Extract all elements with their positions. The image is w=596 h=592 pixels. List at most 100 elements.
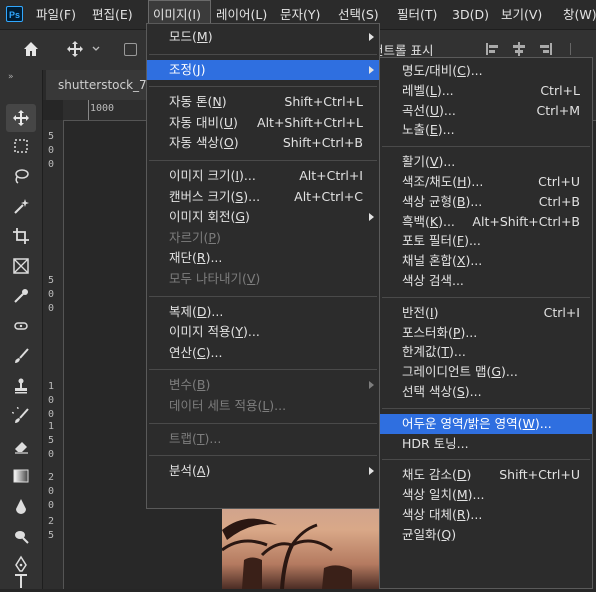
image-menu-item-label: 자동 대비(U) [169,114,238,130]
image-menu-item-15[interactable]: 복제(D)... [147,302,379,322]
image-menu-item-9[interactable]: 캔버스 크기(S)... Alt+Ctrl+C [147,187,379,207]
image-menu-item-12[interactable]: 재단(R)... [147,248,379,268]
menu-separator [149,369,377,371]
adjust-menu-item-shortcut: Ctrl+I [543,304,580,320]
blur-tool-icon[interactable] [6,492,36,520]
submenu-arrow-icon [369,213,374,222]
adjust-menu-item-7[interactable]: 색상 균형(B)... Ctrl+B [380,192,592,212]
image-menu-item-label: 분석(A) [169,463,211,479]
menu-window[interactable]: 창(W) [563,0,596,29]
ruler-vertical: 50050010015020025 [43,120,64,589]
adjust-menu-item-20[interactable]: HDR 토닝... [380,434,592,454]
adjust-menu-item-1[interactable]: 레벨(L)... Ctrl+L [380,81,592,101]
adjust-menu-item-9[interactable]: 포토 필터(F)... [380,231,592,251]
magic-wand-tool-icon[interactable] [6,192,36,220]
menu-edit[interactable]: 편집(E) [92,0,133,29]
adjust-menu-item-8[interactable]: 흑백(K)... Alt+Shift+Ctrl+B [380,212,592,232]
lasso-tool-icon[interactable] [6,162,36,190]
image-menu-item-label: 이미지 회전(G) [169,209,250,225]
adjust-menu-item-24[interactable]: 색상 대체(R)... [380,505,592,525]
dodge-tool-icon[interactable] [6,522,36,550]
image-menu-item-label: 재단(R)... [169,250,223,266]
image-menu-item-label: 이미지 크기(I)... [169,168,256,183]
move-tool-option-icon[interactable] [66,40,84,58]
image-menu-item-11[interactable]: 자르기(P) [147,228,379,248]
image-menu-item-5[interactable]: 자동 대비(U) Alt+Shift+Ctrl+L [147,113,379,133]
adjust-menu-item-2[interactable]: 곡선(U)... Ctrl+M [380,101,592,121]
move-tool-icon[interactable] [6,104,36,132]
adjust-menu-item-19[interactable]: 어두운 영역/밝은 영역(W)... [380,413,592,434]
crop-tool-icon[interactable] [6,222,36,250]
image-menu-item-22[interactable]: 트랩(T)... [147,429,379,449]
image-menu-item-24[interactable]: 분석(A) [147,461,379,481]
image-menu-item-label: 연산(C)... [169,344,223,360]
adjust-menu-item-0[interactable]: 명도/대비(C)... [380,61,592,81]
menu-separator [149,86,377,88]
marquee-tool-icon[interactable] [6,132,36,160]
adjustments-submenu: 명도/대비(C)... 레벨(L)... Ctrl+L 곡선(U)... Ctrl+M 노… [379,57,593,589]
image-menu-item-19[interactable]: 변수(B) [147,375,379,395]
adjust-menu-item-22[interactable]: 채도 감소(D) Shift+Ctrl+U [380,465,592,485]
menu-filter[interactable]: 필터(T) [397,0,437,29]
image-menu-item-6[interactable]: 자동 색상(O) Shift+Ctrl+B [147,133,379,153]
adjust-menu-item-shortcut: Shift+Ctrl+U [499,467,580,483]
adjust-menu-item-label: 레벨(L)... [402,82,454,98]
image-menu-item-20[interactable]: 데이터 세트 적용(L)... [147,396,379,416]
adjust-menu-item-shortcut: Alt+Shift+Ctrl+B [472,213,580,229]
gradient-tool-icon[interactable] [6,462,36,490]
type-tool-icon[interactable] [6,574,36,588]
menu-file[interactable]: 파일(F) [36,0,76,29]
adjust-menu-item-6[interactable]: 색조/채도(H)... Ctrl+U [380,172,592,192]
image-menu-item-label: 캔버스 크기(S)... [169,188,261,204]
image-menu-item-shortcut: Alt+Ctrl+C [294,188,363,204]
home-icon[interactable] [22,40,40,58]
history-brush-tool-icon[interactable] [6,402,36,430]
adjust-menu-item-23[interactable]: 색상 일치(M)... [380,485,592,505]
healing-brush-tool-icon[interactable] [6,312,36,340]
adjust-menu-item-label: 포스터화(P)... [402,324,478,340]
ruler-label: 1000 [90,103,115,114]
menu-3d[interactable]: 3D(D) [452,0,489,29]
brush-tool-icon[interactable] [6,342,36,370]
ruler-label: 5 [48,131,55,142]
frame-tool-icon[interactable] [6,252,36,280]
adjust-menu-item-10[interactable]: 채널 혼합(X)... [380,251,592,271]
adjust-menu-item-label: 색상 검색... [402,273,464,288]
image-menu-item-16[interactable]: 이미지 적용(Y)... [147,322,379,342]
auto-select-checkbox[interactable] [124,43,137,56]
adjust-menu-item-25[interactable]: 균일화(Q) [380,525,592,545]
chevron-down-icon[interactable] [92,46,100,52]
submenu-arrow-icon [369,65,374,74]
menu-separator [382,407,590,409]
ruler-label: 2 [48,472,55,483]
adjust-menu-item-15[interactable]: 한계값(T)... [380,342,592,362]
adjust-menu-item-14[interactable]: 포스터화(P)... [380,323,592,343]
ruler-label: 1 [48,381,55,392]
collapse-panel-icon[interactable]: » [8,72,14,82]
align-icons[interactable] [484,40,584,58]
adjust-menu-item-11[interactable]: 색상 검색... [380,271,592,291]
adjust-menu-item-17[interactable]: 선택 색상(S)... [380,382,592,402]
adjust-menu-item-5[interactable]: 활기(V)... [380,152,592,172]
image-menu-item-4[interactable]: 자동 톤(N) Shift+Ctrl+L [147,92,379,112]
document-tab[interactable]: shutterstock_7 [46,70,156,100]
image-menu-item-10[interactable]: 이미지 회전(G) [147,207,379,227]
ruler-label: 0 [48,145,55,156]
image-menu-item-2[interactable]: 조정(J) [147,59,379,80]
adjust-menu-item-13[interactable]: 반전(I) Ctrl+I [380,303,592,323]
menu-separator [149,455,377,457]
ruler-label: 0 [48,289,55,300]
tools-panel: » [0,70,43,589]
image-menu-item-13[interactable]: 모두 나타내기(V) [147,269,379,289]
clone-stamp-tool-icon[interactable] [6,372,36,400]
ruler-label: 0 [48,159,55,170]
eyedropper-tool-icon[interactable] [6,282,36,310]
adjust-menu-item-16[interactable]: 그레이디언트 맵(G)... [380,362,592,382]
image-menu-item-0[interactable]: 모드(M) [147,27,379,47]
adjust-menu-item-3[interactable]: 노출(E)... [380,120,592,140]
eraser-tool-icon[interactable] [6,432,36,460]
image-menu-item-17[interactable]: 연산(C)... [147,343,379,363]
image-menu-item-8[interactable]: 이미지 크기(I)... Alt+Ctrl+I [147,166,379,186]
menu-view[interactable]: 보기(V) [501,0,542,29]
adjust-menu-item-shortcut: Ctrl+M [536,102,581,118]
